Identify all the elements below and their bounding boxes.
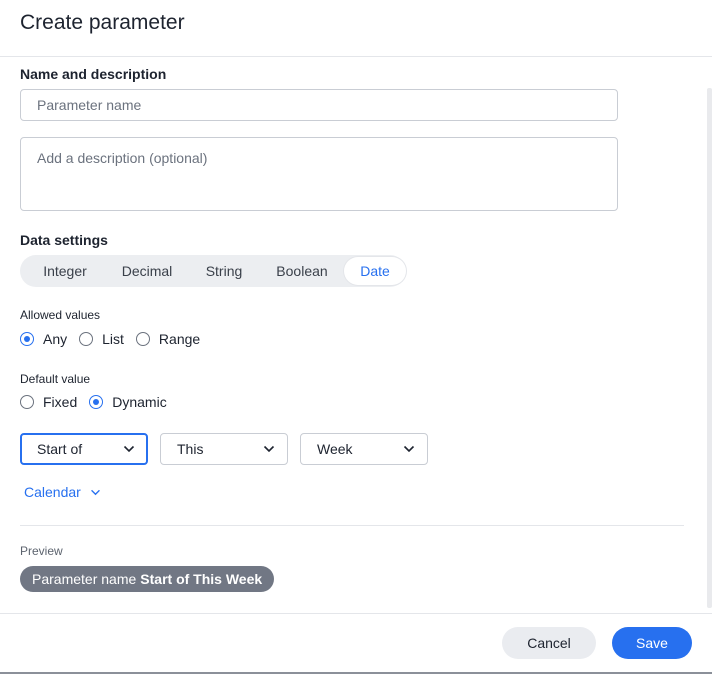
default-value-label: Default value	[20, 372, 91, 386]
default-dynamic-radio[interactable]: Dynamic	[89, 394, 167, 410]
default-fixed-label: Fixed	[43, 394, 78, 410]
type-option-integer[interactable]: Integer	[24, 257, 106, 285]
parameter-name-input[interactable]	[20, 89, 618, 121]
chevron-down-icon	[90, 489, 100, 495]
radio-checked-icon	[89, 395, 104, 409]
allowed-list-label: List	[102, 331, 124, 347]
name-section-title: Name and description	[20, 66, 167, 82]
relative-select-value: This	[177, 441, 204, 457]
chevron-down-icon	[403, 445, 415, 453]
radio-unchecked-icon	[135, 332, 150, 346]
dialog-title: Create parameter	[20, 11, 185, 34]
scrollbar[interactable]	[707, 88, 712, 608]
default-dynamic-label: Dynamic	[112, 394, 167, 410]
relative-select[interactable]: This	[160, 433, 288, 465]
allowed-list-radio[interactable]: List	[79, 331, 124, 347]
dialog-footer: Cancel Save	[0, 613, 712, 674]
description-input[interactable]	[20, 137, 618, 211]
dialog-header: Create parameter	[0, 0, 712, 57]
default-value-group: Fixed Dynamic	[20, 394, 179, 410]
type-option-date[interactable]: Date	[344, 257, 406, 285]
cancel-button[interactable]: Cancel	[502, 627, 596, 659]
default-fixed-radio[interactable]: Fixed	[20, 394, 77, 410]
save-button[interactable]: Save	[612, 627, 692, 659]
allowed-range-radio[interactable]: Range	[135, 331, 201, 347]
type-option-boolean[interactable]: Boolean	[260, 257, 344, 285]
radio-unchecked-icon	[20, 395, 34, 409]
data-type-selector: Integer Decimal String Boolean Date	[20, 255, 406, 287]
section-divider	[20, 525, 684, 526]
anchor-select[interactable]: Start of	[20, 433, 148, 465]
radio-unchecked-icon	[79, 332, 94, 346]
allowed-values-group: Any List Range	[20, 331, 212, 347]
allowed-any-label: Any	[43, 331, 68, 347]
preview-pill: Parameter name Start of This Week	[20, 566, 275, 592]
dialog-body: Name and description Data settings Integ…	[0, 58, 712, 613]
preview-parameter-name: Parameter name	[32, 571, 137, 587]
chevron-down-icon	[263, 445, 275, 453]
anchor-select-value: Start of	[37, 441, 83, 457]
period-select[interactable]: Week	[300, 433, 428, 465]
type-option-string[interactable]: String	[188, 257, 260, 285]
allowed-any-radio[interactable]: Any	[20, 331, 67, 347]
calendar-link-label: Calendar	[24, 484, 81, 500]
type-option-decimal[interactable]: Decimal	[106, 257, 188, 285]
radio-checked-icon	[20, 332, 34, 346]
allowed-range-label: Range	[158, 331, 201, 347]
create-parameter-dialog: Create parameter Name and description Da…	[0, 0, 712, 674]
preview-label: Preview	[20, 544, 63, 558]
calendar-dropdown-link[interactable]: Calendar	[24, 484, 101, 500]
preview-parameter-value: Start of This Week	[140, 571, 263, 587]
allowed-values-label: Allowed values	[20, 308, 101, 322]
period-select-value: Week	[317, 441, 353, 457]
chevron-down-icon	[123, 445, 135, 453]
data-settings-title: Data settings	[20, 232, 108, 248]
